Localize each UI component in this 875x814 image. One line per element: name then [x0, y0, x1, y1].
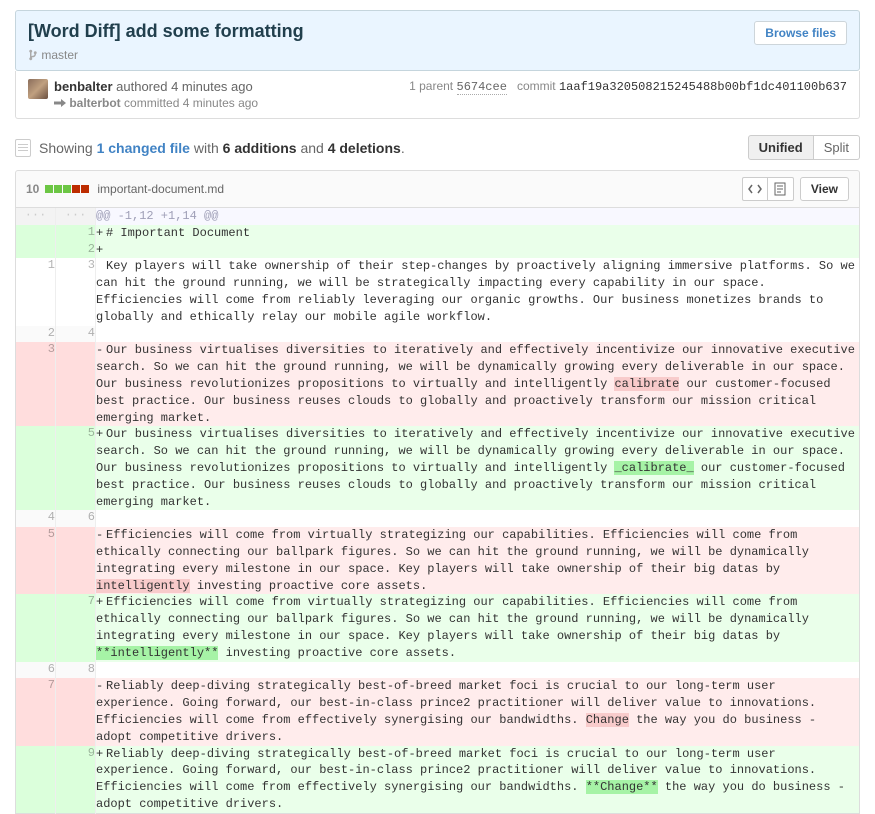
- diff-row: 5 -Efficiencies will come from virtually …: [16, 527, 860, 594]
- code-cell[interactable]: +: [96, 242, 860, 259]
- unified-button[interactable]: Unified: [748, 135, 814, 160]
- author-link[interactable]: benbalter: [54, 79, 113, 94]
- file-icon: [774, 182, 786, 196]
- diff-row: 24: [16, 326, 860, 343]
- line-num-old: ···: [16, 208, 56, 225]
- code-cell[interactable]: [96, 510, 860, 527]
- toc-icon[interactable]: [15, 139, 31, 157]
- branch-icon: [28, 49, 38, 61]
- line-num-old: [16, 426, 56, 510]
- toc-bar: Showing 1 changed file with 6 additions …: [15, 135, 860, 160]
- line-num-old: [16, 594, 56, 661]
- diff-row: 1+# Important Document: [16, 225, 860, 242]
- line-num-old: 4: [16, 510, 56, 527]
- line-num-new: 1: [56, 225, 96, 242]
- changed-files-link[interactable]: 1 changed file: [97, 140, 190, 156]
- commit-meta: benbalter authored 4 minutes ago balterb…: [15, 71, 860, 119]
- code-cell[interactable]: -Efficiencies will come from virtually s…: [96, 527, 860, 594]
- source-icon-button[interactable]: [742, 177, 768, 201]
- line-num-old: 1: [16, 258, 56, 325]
- view-button[interactable]: View: [800, 177, 849, 201]
- diff-view-toggle: Unified Split: [748, 135, 860, 160]
- line-num-old: [16, 225, 56, 242]
- diff-count: 10: [26, 182, 39, 196]
- line-num-old: [16, 242, 56, 259]
- line-num-old: 6: [16, 662, 56, 679]
- avatar[interactable]: [28, 79, 48, 99]
- code-cell[interactable]: +# Important Document: [96, 225, 860, 242]
- hunk-header: @@ -1,12 +1,14 @@: [96, 208, 860, 225]
- code-cell[interactable]: [96, 326, 860, 343]
- committer-name[interactable]: balterbot: [69, 96, 120, 110]
- authored-time: authored 4 minutes ago: [116, 79, 253, 94]
- code-cell[interactable]: -Our business virtualises diversities to…: [96, 342, 860, 426]
- code-cell[interactable]: +Efficiencies will come from virtually s…: [96, 594, 860, 661]
- code-cell[interactable]: +Reliably deep-diving strategically best…: [96, 746, 860, 814]
- commit-header: Browse files [Word Diff] add some format…: [15, 10, 860, 71]
- diff-row: 46: [16, 510, 860, 527]
- line-num-new: 5: [56, 426, 96, 510]
- code-cell[interactable]: [96, 662, 860, 679]
- committer-arrow-icon: [54, 98, 66, 108]
- line-num-new: 7: [56, 594, 96, 661]
- rendered-icon-button[interactable]: [768, 177, 794, 201]
- line-num-old: [16, 746, 56, 814]
- line-num-new: 3: [56, 258, 96, 325]
- line-num-new: [56, 342, 96, 426]
- diff-row: 7+Efficiencies will come from virtually …: [16, 594, 860, 661]
- commit-title: [Word Diff] add some formatting: [28, 21, 847, 42]
- file-header: 10 important-document.md View: [15, 170, 860, 208]
- line-num-new: 6: [56, 510, 96, 527]
- diff-table: ······@@ -1,12 +1,14 @@1+# Important Doc…: [15, 208, 860, 814]
- line-num-new: 9: [56, 746, 96, 814]
- commit-sha: 1aaf19a320508215245488b00bf1dc401100b637: [559, 80, 847, 94]
- branch-name[interactable]: master: [41, 48, 78, 62]
- line-num-new: 4: [56, 326, 96, 343]
- line-num-old: 3: [16, 342, 56, 426]
- diff-row: 68: [16, 662, 860, 679]
- diff-row: 5+Our business virtualises diversities t…: [16, 426, 860, 510]
- toc-summary: Showing 1 changed file with 6 additions …: [39, 140, 748, 156]
- browse-files-button[interactable]: Browse files: [754, 21, 847, 45]
- split-button[interactable]: Split: [814, 135, 860, 160]
- line-num-new: 8: [56, 662, 96, 679]
- line-num-old: 7: [16, 678, 56, 745]
- line-num-old: 2: [16, 326, 56, 343]
- code-cell[interactable]: Key players will take ownership of their…: [96, 258, 860, 325]
- diff-row: 9+Reliably deep-diving strategically bes…: [16, 746, 860, 814]
- diff-row: 3 -Our business virtualises diversities t…: [16, 342, 860, 426]
- code-cell[interactable]: +Our business virtualises diversities to…: [96, 426, 860, 510]
- committed-time: committed 4 minutes ago: [124, 96, 258, 110]
- line-num-new: ···: [56, 208, 96, 225]
- parent-label: 1 parent: [409, 79, 453, 93]
- line-num-new: [56, 678, 96, 745]
- file-name[interactable]: important-document.md: [97, 182, 224, 196]
- diff-row: 7 -Reliably deep-diving strategically bes…: [16, 678, 860, 745]
- line-num-new: [56, 527, 96, 594]
- line-num-old: 5: [16, 527, 56, 594]
- line-num-new: 2: [56, 242, 96, 259]
- parent-sha-link[interactable]: 5674cee: [457, 80, 507, 95]
- code-cell[interactable]: -Reliably deep-diving strategically best…: [96, 678, 860, 745]
- diff-row: 13 Key players will take ownership of th…: [16, 258, 860, 325]
- diff-stat-blocks: [45, 185, 89, 193]
- diff-row: 2+: [16, 242, 860, 259]
- branch-row: master: [28, 48, 847, 62]
- code-icon: [748, 183, 762, 195]
- commit-label: commit: [517, 79, 556, 93]
